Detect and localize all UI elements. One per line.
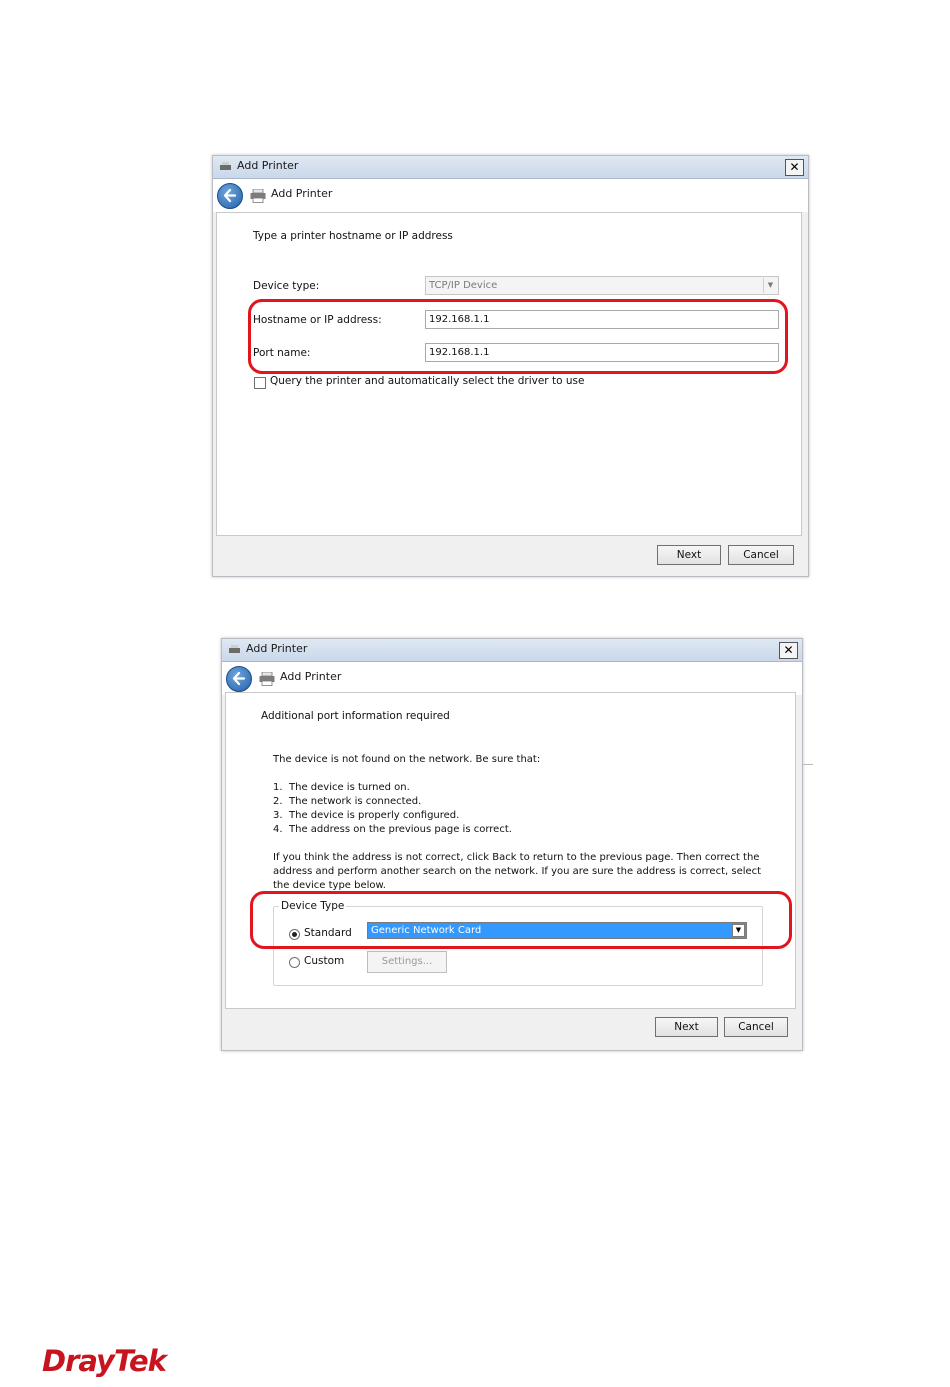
draytek-logo: DrayTek (42, 1344, 167, 1378)
cancel-button[interactable]: Cancel (724, 1017, 788, 1037)
checklist-item: The device is properly configured. (289, 810, 460, 821)
checklist-number: 1. (273, 782, 283, 793)
nav-bar: Add Printer (213, 179, 808, 212)
chevron-down-icon: ▼ (763, 278, 777, 293)
back-button[interactable] (217, 183, 243, 209)
edge-mark (803, 764, 813, 765)
page-heading: Additional port information required (261, 710, 450, 722)
window-title: Add Printer (237, 159, 299, 172)
device-type-value: TCP/IP Device (429, 280, 498, 291)
device-type-label: Device type: (253, 280, 320, 292)
back-button[interactable] (226, 666, 252, 692)
advice-text: If you think the address is not correct,… (273, 852, 762, 891)
settings-button[interactable]: Settings... (367, 951, 447, 973)
nav-title: Add Printer (280, 670, 342, 683)
next-button[interactable]: Next (655, 1017, 718, 1037)
printer-icon (250, 189, 266, 203)
checklist-item: The address on the previous page is corr… (289, 824, 512, 835)
printer-icon (220, 162, 231, 170)
custom-radio[interactable] (289, 957, 300, 968)
checklist-number: 3. (273, 810, 283, 821)
nav-title: Add Printer (271, 187, 333, 200)
highlight-frame-hostname (248, 299, 788, 374)
next-button[interactable]: Next (657, 545, 721, 565)
checklist-item: The network is connected. (289, 796, 422, 807)
checklist-item: The device is turned on. (289, 782, 410, 793)
highlight-frame-device-type (250, 891, 792, 949)
title-bar[interactable]: Add Printer ✕ (222, 639, 802, 662)
printer-icon (259, 672, 275, 686)
back-arrow-icon (223, 188, 237, 203)
checklist-number: 4. (273, 824, 283, 835)
close-button[interactable]: ✕ (785, 159, 804, 176)
query-printer-label: Query the printer and automatically sele… (270, 375, 585, 387)
window-title: Add Printer (246, 642, 308, 655)
intro-text: The device is not found on the network. … (273, 754, 541, 765)
page-heading: Type a printer hostname or IP address (253, 230, 453, 242)
close-button[interactable]: ✕ (779, 642, 798, 659)
query-printer-checkbox[interactable] (254, 377, 266, 389)
add-printer-dialog-port-info: Add Printer ✕ Add Printer Additional por… (221, 638, 803, 1051)
cancel-button[interactable]: Cancel (728, 545, 794, 565)
back-arrow-icon (232, 671, 246, 686)
device-type-dropdown[interactable]: TCP/IP Device ▼ (425, 276, 779, 295)
checklist-number: 2. (273, 796, 283, 807)
nav-bar: Add Printer (222, 662, 802, 695)
content-panel: Type a printer hostname or IP address De… (216, 212, 802, 536)
custom-label: Custom (304, 955, 345, 967)
content-panel: Additional port information required The… (225, 692, 796, 1009)
printer-icon (229, 645, 240, 653)
title-bar[interactable]: Add Printer ✕ (213, 156, 808, 179)
